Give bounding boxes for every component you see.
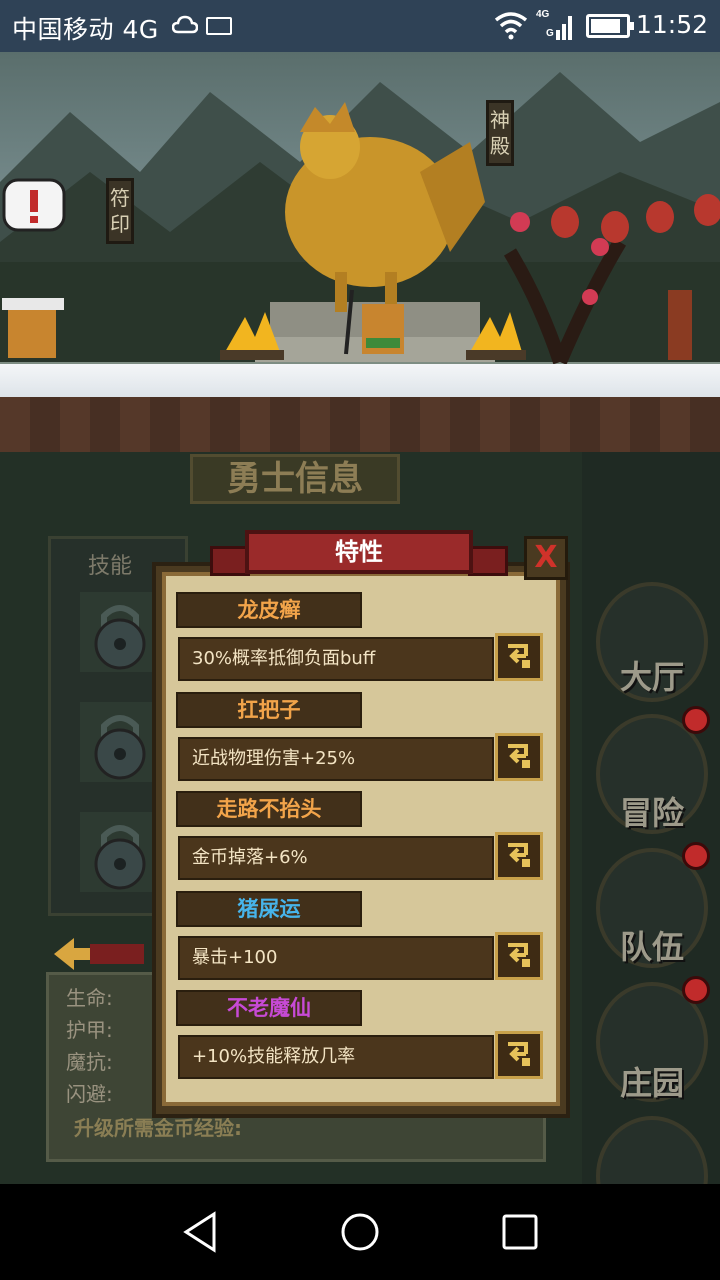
dodge-label: 闪避: — [66, 1082, 113, 1106]
trait-name: 猪屎运 — [176, 891, 362, 927]
close-button[interactable]: X — [524, 536, 568, 580]
dirt-ground — [0, 397, 720, 452]
swap-icon — [508, 843, 530, 867]
game-scene[interactable]: 符印 神殿 — [0, 52, 720, 452]
recents-nav-icon[interactable] — [496, 1208, 544, 1256]
trait-dialog-title: 特性 — [245, 530, 473, 574]
swap-icon — [508, 1042, 530, 1066]
skills-label: 技能 — [87, 554, 132, 579]
svg-text:G: G — [546, 28, 554, 39]
notification-dot — [682, 976, 710, 1004]
adventure-menu-label: 冒险 — [619, 794, 684, 832]
trait-description: 近战物理伤害+25% — [178, 737, 494, 781]
armor-label: 护甲: — [66, 1018, 113, 1042]
swap-icon — [508, 744, 530, 768]
trait-description: 金币掉落+6% — [178, 836, 494, 880]
keyboard-icon — [206, 17, 232, 35]
wifi-icon — [494, 12, 528, 40]
team-menu-label: 队伍 — [619, 928, 684, 966]
hp-label: 生命: — [66, 986, 113, 1010]
swap-icon — [508, 644, 530, 668]
navigation-bar — [0, 1184, 720, 1280]
hero-info-title: 勇士信息 — [190, 454, 400, 504]
notification-dot — [682, 842, 710, 870]
trait-description: +10%技能释放几率 — [178, 1035, 494, 1079]
carrier-label: 中国移动 4G — [12, 15, 159, 44]
home-nav-icon[interactable] — [336, 1208, 384, 1256]
magic-resist-label: 魔抗: — [66, 1050, 113, 1074]
lock-icon[interactable] — [80, 812, 160, 892]
ribbon-right — [468, 546, 508, 576]
trait-name: 龙皮癣 — [176, 592, 362, 628]
trait-replace-button[interactable] — [495, 932, 543, 980]
swap-icon — [508, 943, 530, 967]
manor-menu-label: 庄园 — [619, 1064, 684, 1102]
trait-name: 扛把子 — [176, 692, 362, 728]
trait-description: 30%概率抵御负面buff — [178, 637, 494, 681]
seal-sign[interactable]: 符印 — [106, 178, 134, 244]
temple-sign[interactable]: 神殿 — [486, 100, 514, 166]
cell-signal-icon: 4G G — [536, 9, 572, 40]
cloud-icon — [172, 15, 198, 34]
notification-dot — [682, 706, 710, 734]
trait-replace-button[interactable] — [495, 633, 543, 681]
trait-description: 暴击+100 — [178, 936, 494, 980]
trait-replace-button[interactable] — [495, 832, 543, 880]
back-arrow-icon[interactable] — [54, 936, 146, 972]
ribbon-left — [210, 546, 250, 576]
hall-menu-label: 大厅 — [619, 658, 684, 696]
battery-icon — [586, 14, 634, 38]
lock-icon[interactable] — [80, 592, 160, 672]
back-nav-icon[interactable] — [178, 1208, 226, 1256]
battery-level-fill — [591, 19, 620, 33]
status-bar: 中国移动 4G 4G G 11:52 — [0, 0, 720, 52]
lock-icon[interactable] — [80, 702, 160, 782]
trait-name: 走路不抬头 — [176, 791, 362, 827]
trait-replace-button[interactable] — [495, 1031, 543, 1079]
svg-text:4G: 4G — [536, 9, 550, 20]
clock: 11:52 — [635, 10, 708, 39]
trait-replace-button[interactable] — [495, 733, 543, 781]
trait-name: 不老魔仙 — [176, 990, 362, 1026]
